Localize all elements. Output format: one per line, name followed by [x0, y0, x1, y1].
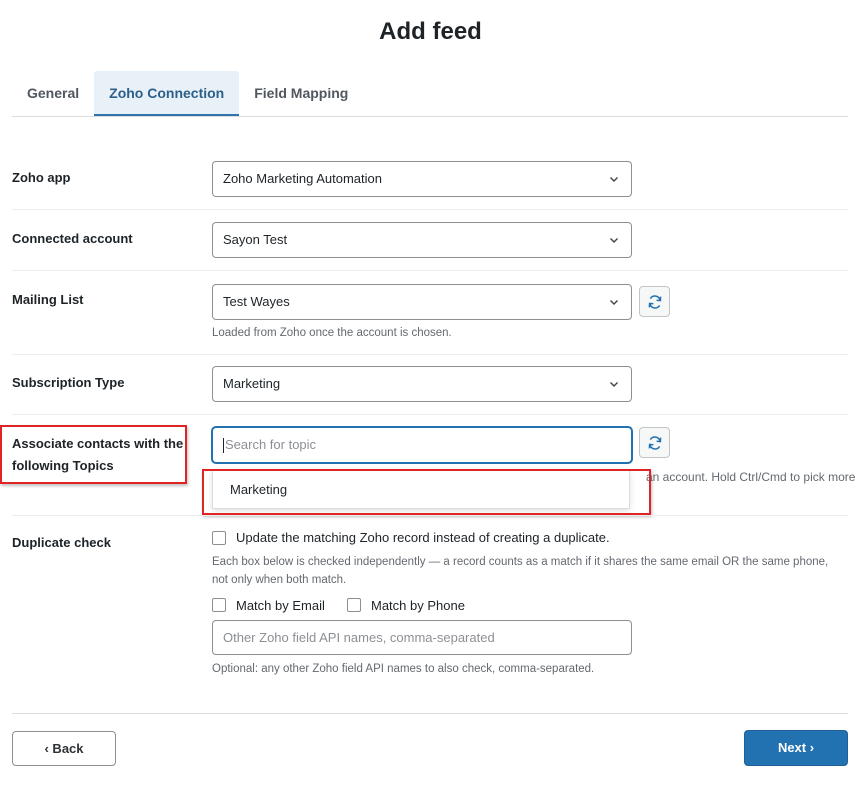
mailing-list-select[interactable]: Test Wayes	[212, 284, 632, 320]
tab-general[interactable]: General	[12, 71, 94, 115]
page-title: Add feed	[379, 18, 482, 45]
tab-zoho-connection[interactable]: Zoho Connection	[94, 71, 240, 116]
match-email-label: Match by Email	[236, 598, 325, 613]
mailing-list-refresh-button[interactable]	[639, 286, 670, 317]
other-fields-placeholder: Other Zoho field API names, comma-separa…	[223, 630, 495, 645]
tab-field-mapping[interactable]: Field Mapping	[239, 71, 363, 115]
topics-label-line2: following Topics	[12, 458, 114, 473]
tab-bar: General Zoho Connection Field Mapping	[12, 71, 363, 116]
chevron-down-icon	[610, 300, 618, 305]
row-divider	[12, 515, 848, 516]
connected-account-value: Sayon Test	[223, 232, 288, 247]
row-divider	[12, 354, 848, 355]
tab-divider	[12, 116, 848, 117]
subscription-type-select[interactable]: Marketing	[212, 366, 632, 402]
topics-help-partial: an account. Hold Ctrl/Cmd to pick more	[646, 470, 856, 484]
other-fields-help: Optional: any other Zoho field API names…	[212, 663, 595, 675]
topic-search-input[interactable]: Search for topic	[212, 427, 632, 463]
zoho-app-label: Zoho app	[12, 170, 71, 185]
subscription-type-value: Marketing	[223, 376, 281, 391]
match-email-checkbox[interactable]	[212, 598, 226, 612]
connected-account-select[interactable]: Sayon Test	[212, 222, 632, 258]
chevron-down-icon	[610, 238, 618, 243]
duplicate-check-label: Duplicate check	[12, 535, 111, 550]
row-divider	[12, 209, 848, 210]
topics-label-line1: Associate contacts with the	[12, 436, 184, 451]
update-existing-label: Update the matching Zoho record instead …	[236, 530, 610, 545]
update-existing-checkbox[interactable]	[212, 531, 226, 545]
topics-refresh-button[interactable]	[639, 427, 670, 458]
topic-search-placeholder: Search for topic	[225, 437, 317, 452]
topic-option-marketing[interactable]: Marketing	[212, 470, 630, 509]
duplicate-help-line1: Each box below is checked independently …	[212, 556, 829, 568]
chevron-down-icon	[610, 177, 618, 182]
text-caret	[223, 438, 224, 454]
match-phone-checkbox[interactable]	[347, 598, 361, 612]
topics-label: Associate contacts with the following To…	[12, 433, 183, 477]
refresh-icon	[648, 435, 661, 450]
row-divider	[12, 414, 848, 415]
row-divider	[12, 270, 848, 271]
mailing-list-label: Mailing List	[12, 292, 84, 307]
other-fields-input[interactable]: Other Zoho field API names, comma-separa…	[212, 620, 632, 655]
match-phone-label: Match by Phone	[371, 598, 465, 613]
next-button[interactable]: Next ›	[744, 730, 848, 766]
duplicate-help-line2: not only when both match.	[212, 574, 347, 586]
connected-account-label: Connected account	[12, 231, 133, 246]
mailing-list-value: Test Wayes	[223, 294, 290, 309]
back-button[interactable]: ‹ Back	[12, 731, 116, 766]
zoho-app-value: Zoho Marketing Automation	[223, 171, 382, 186]
chevron-down-icon	[610, 382, 618, 387]
subscription-type-label: Subscription Type	[12, 375, 125, 390]
zoho-app-select[interactable]: Zoho Marketing Automation	[212, 161, 632, 197]
footer-divider	[12, 713, 848, 714]
mailing-list-help: Loaded from Zoho once the account is cho…	[212, 327, 452, 339]
refresh-icon	[648, 294, 661, 309]
